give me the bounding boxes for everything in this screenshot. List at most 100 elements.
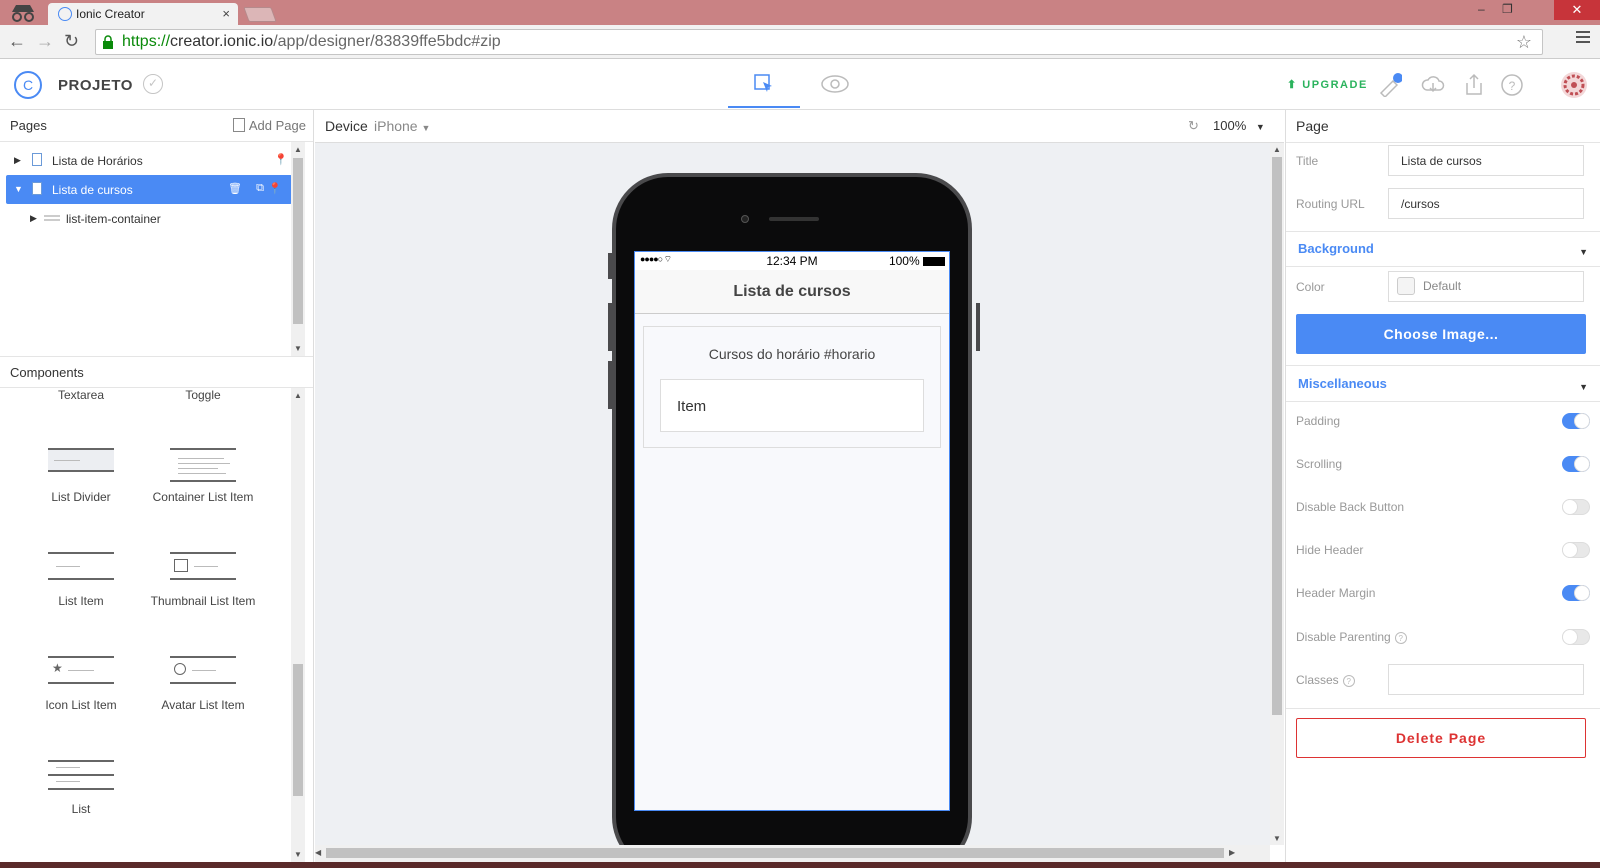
ionic-favicon-icon [58, 7, 72, 21]
scroll-thumb[interactable] [293, 158, 303, 324]
scroll-left-icon[interactable]: ◀ [315, 848, 321, 857]
preview-eye-icon[interactable] [820, 74, 850, 94]
pin-icon[interactable]: 📍 [268, 182, 282, 195]
component-icon-list-item[interactable]: ★ Icon List Item [16, 656, 146, 712]
new-tab-button[interactable] [243, 7, 277, 22]
color-picker[interactable]: Default [1388, 271, 1584, 302]
component-list-item[interactable]: List Item [16, 552, 146, 608]
speaker-icon [769, 217, 819, 221]
chevron-down-icon[interactable]: ▼ [1579, 382, 1588, 392]
bookmark-star-icon[interactable]: ☆ [1516, 32, 1532, 53]
scroll-up-icon[interactable]: ▲ [294, 145, 302, 154]
address-bar[interactable]: https://creator.ionic.io/app/designer/83… [95, 29, 1543, 55]
component-toggle[interactable]: Toggle [138, 388, 268, 402]
add-page-label: Add Page [248, 118, 306, 133]
cloud-download-icon[interactable] [1421, 73, 1445, 97]
help-icon[interactable]: ? [1394, 632, 1407, 644]
list-item-container[interactable]: Cursos do horário #horario Item [643, 326, 941, 448]
choose-image-button[interactable]: Choose Image... [1296, 314, 1586, 354]
scroll-down-icon[interactable]: ▼ [294, 850, 302, 859]
reload-icon[interactable]: ↻ [64, 31, 79, 52]
hide-header-toggle[interactable] [1562, 542, 1590, 558]
url-host: creator.ionic.io [170, 33, 274, 50]
routing-url-input[interactable]: /cursos [1388, 188, 1584, 219]
pages-scrollbar[interactable]: ▲ ▼ [291, 142, 305, 356]
disable-parenting-toggle[interactable] [1562, 629, 1590, 645]
minimize-icon[interactable]: – [1478, 2, 1485, 16]
restore-icon[interactable]: ❐ [1502, 2, 1513, 16]
container-list-item-icon [170, 448, 236, 482]
caret-right-icon[interactable]: ▶ [30, 213, 37, 224]
zoom-select[interactable]: 100% ▼ [1213, 118, 1265, 133]
disable-back-button-toggle[interactable] [1562, 499, 1590, 515]
scroll-up-icon[interactable]: ▲ [294, 391, 302, 400]
upgrade-button[interactable]: ⬆ UPGRADE [1287, 78, 1368, 91]
title-input[interactable]: Lista de cursos [1388, 145, 1584, 176]
background-section-title[interactable]: Background [1298, 241, 1374, 256]
divider [1286, 401, 1600, 402]
add-page-button[interactable]: Add Page [232, 118, 306, 133]
browser-tab[interactable]: Ionic Creator × [48, 3, 238, 25]
scroll-right-icon[interactable]: ▶ [1229, 848, 1235, 857]
header-margin-toggle[interactable] [1562, 585, 1590, 601]
battery-status: 100% [889, 254, 945, 268]
scroll-down-icon[interactable]: ▼ [294, 344, 302, 353]
component-thumbnail-list-item[interactable]: Thumbnail List Item [138, 552, 268, 608]
design-cursor-icon [754, 74, 772, 92]
list-title: Cursos do horário #horario [708, 346, 876, 362]
caret-right-icon[interactable]: ▶ [14, 155, 21, 166]
pin-icon[interactable]: 📍 [274, 153, 288, 166]
divider [1286, 365, 1600, 366]
scroll-thumb[interactable] [326, 848, 1224, 858]
design-mode-tab[interactable] [728, 60, 800, 108]
tree-item-list-item-container[interactable]: ▶ list-item-container [0, 204, 298, 233]
trash-icon[interactable]: 🗑 [228, 182, 242, 195]
classes-input[interactable] [1388, 664, 1584, 695]
share-icon[interactable] [1462, 73, 1486, 97]
url-scheme: https:// [122, 33, 171, 50]
scrolling-toggle[interactable] [1562, 456, 1590, 472]
misc-section-title[interactable]: Miscellaneous [1298, 376, 1387, 391]
wand-icon[interactable] [1378, 73, 1402, 97]
chevron-down-icon[interactable]: ▼ [1579, 247, 1588, 257]
close-tab-icon[interactable]: × [222, 6, 230, 21]
chrome-menu-icon[interactable] [1576, 31, 1590, 45]
scroll-thumb[interactable] [1272, 157, 1282, 715]
component-container-list-item[interactable]: Container List Item [138, 448, 268, 504]
padding-toggle[interactable] [1562, 413, 1590, 429]
forward-icon[interactable]: → [36, 31, 54, 52]
component-list[interactable]: List [16, 760, 146, 816]
component-list-divider[interactable]: List Divider [16, 448, 146, 504]
caret-down-icon[interactable]: ▼ [14, 184, 23, 194]
canvas-scrollbar-horizontal[interactable]: ◀ ▶ [315, 845, 1270, 862]
list-item[interactable]: Item [660, 379, 924, 432]
component-textarea[interactable]: Textarea [16, 388, 146, 402]
project-name[interactable]: PROJETO [58, 77, 133, 94]
duplicate-icon[interactable]: ⧉ [256, 182, 264, 195]
component-avatar-list-item[interactable]: Avatar List Item [138, 656, 268, 712]
components-scrollbar[interactable]: ▲ ▼ [291, 388, 305, 862]
design-canvas[interactable]: ●●●●○ ⌔ 12:34 PM 100% Lista de cursos Cu… [315, 143, 1270, 845]
canvas-scrollbar-vertical[interactable]: ▲ ▼ [1270, 143, 1284, 845]
upgrade-label: UPGRADE [1302, 79, 1368, 91]
avatar[interactable] [1560, 71, 1588, 99]
rotate-icon[interactable]: ↻ [1188, 118, 1199, 134]
ionic-logo-icon[interactable]: C [14, 71, 42, 99]
check-icon[interactable]: ✓ [143, 74, 163, 94]
scroll-thumb[interactable] [293, 664, 303, 796]
scroll-up-icon[interactable]: ▲ [1273, 145, 1281, 154]
delete-page-button[interactable]: Delete Page [1296, 718, 1586, 758]
phone-screen[interactable]: ●●●●○ ⌔ 12:34 PM 100% Lista de cursos Cu… [634, 251, 950, 811]
help-icon[interactable]: ? [1342, 675, 1355, 687]
back-icon[interactable]: ← [8, 31, 26, 52]
device-select[interactable]: iPhone ▼ [374, 118, 430, 134]
routing-url-label: Routing URL [1296, 197, 1365, 211]
window-close-icon[interactable]: ✕ [1554, 0, 1600, 20]
tree-item-lista-de-cursos[interactable]: ▼ Lista de cursos 🗑 ⧉ 📍 [6, 175, 292, 204]
components-header: Components [0, 356, 313, 388]
battery-icon [923, 257, 945, 266]
help-icon[interactable]: ? [1500, 73, 1524, 97]
scroll-down-icon[interactable]: ▼ [1273, 834, 1281, 843]
phone-navbar[interactable]: Lista de cursos [635, 270, 949, 314]
tree-item-lista-de-horarios[interactable]: ▶ Lista de Horários 📍 [0, 146, 298, 175]
